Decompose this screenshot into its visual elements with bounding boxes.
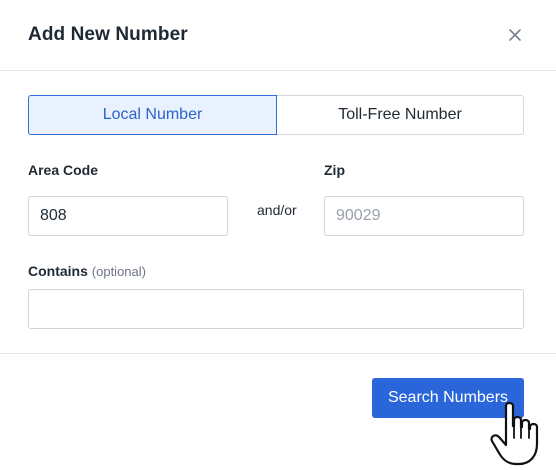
zip-label: Zip bbox=[324, 162, 345, 178]
area-code-label: Area Code bbox=[28, 162, 99, 178]
tab-local-number[interactable]: Local Number bbox=[28, 95, 277, 135]
contains-label-text: Contains bbox=[28, 263, 88, 279]
tab-toll-free-number-label: Toll-Free Number bbox=[338, 106, 462, 123]
tab-local-number-label: Local Number bbox=[102, 106, 203, 123]
add-number-dialog: Add New Number Local Number Toll-Free Nu… bbox=[0, 0, 556, 470]
and-or-separator: and/or bbox=[257, 202, 297, 218]
number-type-tabs: Local Number Toll-Free Number bbox=[28, 95, 524, 135]
contains-label: Contains (optional) bbox=[28, 263, 146, 279]
area-code-input[interactable] bbox=[28, 196, 228, 236]
dialog-title: Add New Number bbox=[28, 24, 188, 45]
close-icon[interactable] bbox=[504, 24, 526, 46]
tab-toll-free-number[interactable]: Toll-Free Number bbox=[277, 95, 524, 135]
optional-hint: (optional) bbox=[91, 264, 146, 279]
search-numbers-button[interactable]: Search Numbers bbox=[372, 378, 524, 418]
footer-divider bbox=[0, 353, 556, 354]
contains-input[interactable] bbox=[28, 289, 524, 329]
dialog-header: Add New Number bbox=[0, 0, 556, 71]
zip-input[interactable] bbox=[324, 196, 524, 236]
